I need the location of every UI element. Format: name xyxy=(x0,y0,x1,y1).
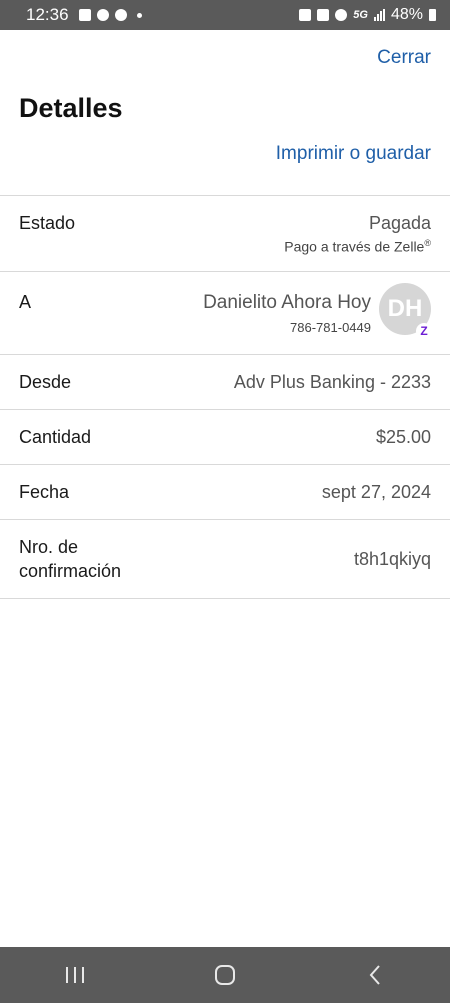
status-value: Pagada xyxy=(368,213,431,233)
from-label: Desde xyxy=(19,371,72,392)
status-bar: 12:36 5G 48% xyxy=(0,0,450,30)
nfc-icon xyxy=(317,9,330,21)
more-notifications-icon xyxy=(136,12,142,18)
status-time: 12:36 xyxy=(26,5,69,24)
status-right: 5G 48% xyxy=(299,6,436,24)
recipient-phone: 786-781-0449 xyxy=(290,320,371,335)
avatar: DH Z xyxy=(379,283,432,339)
status-row: Estado Pagada Pago a través de Zelle® xyxy=(0,195,450,271)
network-type: 5G xyxy=(353,9,368,21)
recipient-label: A xyxy=(19,292,32,312)
recipient-text: Danielito Ahora Hoy 786-781-0449 xyxy=(203,292,371,335)
recipient-name: Danielito Ahora Hoy xyxy=(203,292,371,313)
zelle-badge-icon: Z xyxy=(416,323,432,339)
status-label: Estado xyxy=(19,213,76,233)
status-value-group: Pagada Pago a través de Zelle® xyxy=(284,213,431,271)
confirmation-number: t8h1qkiyq xyxy=(353,548,431,569)
confirmation-label-line2: confirmación xyxy=(19,561,122,581)
amount-label: Cantidad xyxy=(19,426,92,447)
confirmation-row: Nro. de confirmación t8h1qkiyq xyxy=(0,519,450,599)
chat-notification-icon xyxy=(96,9,109,21)
from-account-row: Desde Adv Plus Banking - 2233 xyxy=(0,354,450,409)
recents-icon[interactable] xyxy=(45,955,105,995)
page-title: Detalles xyxy=(19,93,123,123)
avatar-initials: DH xyxy=(387,295,423,322)
date-value: sept 27, 2024 xyxy=(321,481,431,502)
signal-icon xyxy=(373,9,385,21)
gallery-notification-icon xyxy=(78,9,91,21)
play-notification-icon xyxy=(114,9,127,21)
back-icon[interactable] xyxy=(345,955,405,995)
amount-value: $25.00 xyxy=(375,426,431,447)
payment-method-note: Pago a través de Zelle® xyxy=(284,238,431,255)
confirmation-label: Nro. de confirmación xyxy=(19,535,121,583)
battery-icon xyxy=(429,9,436,21)
battery-level: 48% xyxy=(390,6,423,23)
print-or-save-button[interactable]: Imprimir o guardar xyxy=(276,143,431,165)
details-list: Estado Pagada Pago a través de Zelle® A … xyxy=(0,195,450,599)
from-account-value: Adv Plus Banking - 2233 xyxy=(233,371,431,392)
registered-mark: ® xyxy=(424,238,431,248)
status-left: 12:36 xyxy=(26,5,142,25)
confirmation-label-line1: Nro. de xyxy=(19,537,79,557)
date-label: Fecha xyxy=(19,481,70,502)
system-navigation-bar xyxy=(0,947,450,1003)
lock-icon xyxy=(299,9,312,21)
payment-method-text: Pago a través de Zelle xyxy=(284,238,425,255)
amount-row: Cantidad $25.00 xyxy=(0,409,450,464)
recipient-info: Danielito Ahora Hoy 786-781-0449 DH Z xyxy=(203,283,432,354)
date-row: Fecha sept 27, 2024 xyxy=(0,464,450,519)
recipient-row: A Danielito Ahora Hoy 786-781-0449 DH Z xyxy=(0,271,450,354)
close-button[interactable]: Cerrar xyxy=(377,47,431,69)
alarm-icon xyxy=(335,9,348,21)
home-icon[interactable] xyxy=(195,955,255,995)
